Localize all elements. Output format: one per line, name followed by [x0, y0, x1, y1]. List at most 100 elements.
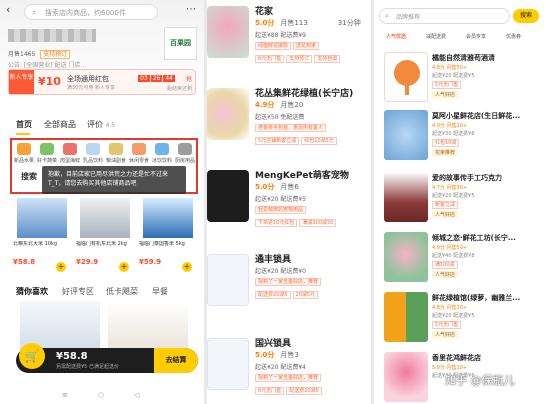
back-nav-icon[interactable]: ◁	[134, 391, 139, 399]
store-name-blurred	[8, 29, 96, 42]
brand-item[interactable]: 橘能自然清雅苟酒清 4.8分 月售50+ 起送¥20 配送费¥5 5元无门槛 人…	[384, 52, 549, 109]
shop-item[interactable]: 国兴锁具 5.0分 月售3 起送¥20 配送费¥4 找到了一家五金好店，推荐 6元…	[207, 334, 371, 404]
shop-fee: 起送¥50 免配送费	[255, 114, 305, 121]
promo-tag: 下单返10元红包	[255, 219, 298, 227]
shop-rating: 5.0分 月售113 31分钟	[255, 18, 361, 28]
cart-bar[interactable]: 🛒 ¥58.8 另需配送费¥5 已满足起送价 去结算	[16, 343, 198, 373]
promo-tag: 5元店铺新客立减	[255, 137, 300, 145]
shop-tag: 绿植鲜花爆款	[255, 42, 292, 50]
brand-tag: 红包10减	[432, 139, 460, 147]
store-header: ‹ ⌕ 搜索店内商品，约6000件 ⋯ 月售1465 支持预订 公告: [全国营…	[0, 0, 204, 95]
brand-badge: 花束推荐	[432, 149, 459, 156]
tab-breakfast[interactable]: 早餐	[152, 286, 168, 297]
brand-tag: 5元无门槛	[432, 321, 462, 329]
shop-fee: 起送¥20 配送费¥4	[255, 364, 306, 371]
timer-seconds: 44	[163, 75, 175, 82]
home-nav-icon[interactable]: ○	[98, 391, 104, 399]
brand-name: 香里花鸿鲜花店	[432, 354, 481, 362]
monthly-sales: 月售6	[280, 183, 299, 191]
filter-popular[interactable]: 人气优选	[386, 33, 406, 40]
brand-item[interactable]: 莫阿小星鲜花店(生日鲜花... 4.9分 月售10+ 起送¥30 配送费¥6 红…	[384, 110, 549, 167]
tree-logo-icon	[394, 60, 420, 95]
product-card[interactable]: 福临门泰国香米 5kg ¥59.9 +	[139, 198, 196, 276]
shop-item[interactable]: 花丛集鲜花绿植(长宁店) 4.9分 月售20 起送¥50 免配送费 老板亲手包装，…	[207, 84, 371, 164]
new-user-coupon[interactable]: 新人专享 ¥10 全场通用红包 满30元可用 新人专享 03 26 44 抢 距结束…	[8, 69, 196, 95]
shop-image	[207, 88, 249, 140]
rating-score: 5.0分	[255, 19, 275, 27]
shop-tag: 找到了一家五金好店，推荐	[255, 374, 322, 382]
tab-home[interactable]: 首页	[16, 119, 32, 130]
coupon-amount: ¥10	[38, 75, 61, 88]
rice-bag-image	[16, 198, 67, 238]
more-icon[interactable]: ⋯	[186, 4, 196, 15]
promo-tag: 红包10减5元	[301, 137, 337, 145]
shop-tag: 轻爱萌宠的宠物用品	[255, 206, 307, 214]
brand-item[interactable]: 鲜花绿植馆(绿萝，幽雅兰... 4.8分 月售20+ 起送¥20 配送费¥5 5…	[384, 292, 549, 349]
brand-fee: 起送¥20 配送费¥5	[432, 73, 475, 79]
shop-item[interactable]: 通丰锁具 起送¥20 配送费¥0 找到了一家五金好店，推荐 配送费20减5 20减…	[207, 250, 371, 330]
brand-tags: 新客立减	[432, 201, 460, 209]
brand-name: 鲜花绿植馆(绿萝，幽雅兰...	[432, 294, 521, 302]
shop-promos: 6元无门槛 支持预订 支持自取	[255, 55, 342, 63]
brand-badge: 人气好店	[432, 271, 459, 278]
product-row: 北粮东北大米 10kg ¥58.8 + 福临门有机东北米 2kg ¥29.9 +…	[13, 198, 198, 276]
brand-badge: 人气好店	[432, 331, 459, 338]
brand-search-input[interactable]: ⌕ 品牌推荐	[379, 8, 510, 24]
brand-tag: 满100减	[432, 261, 458, 269]
promo-tag: 6元无门槛	[255, 55, 285, 63]
shop-tags: 绿植鲜花爆款 送花到家	[255, 42, 321, 50]
shop-item[interactable]: MengKePet萌客宠物 5.0分 月售6 起送¥20 配送费¥5 轻爱萌宠的宠…	[207, 166, 371, 246]
add-to-cart-icon[interactable]: +	[56, 262, 66, 272]
monthly-sales: 月售20	[280, 101, 304, 109]
tab-guess-you-like[interactable]: 猜你喜欢	[16, 286, 48, 297]
search-icon: ⌕	[385, 12, 389, 20]
filter-coupon[interactable]: 优惠券	[506, 33, 521, 40]
brand-rating: 4.8分 月售50+	[432, 65, 468, 71]
add-to-cart-icon[interactable]: +	[119, 262, 129, 272]
brand-item[interactable]: 爱的故事传手工巧克力 4.7分 月售30+ 起送¥20 配送费¥5 新客立减 人…	[384, 172, 549, 229]
brand-search-placeholder: 品牌推荐	[396, 14, 421, 21]
brand-rating: 4.9分 月售50+	[432, 245, 468, 251]
product-card[interactable]: 北粮东北大米 10kg ¥58.8 +	[13, 198, 70, 276]
product-card[interactable]: 福临门有机东北米 2kg ¥29.9 +	[76, 198, 133, 276]
shop-promos: 6元无门槛 配送费20减5	[255, 387, 324, 395]
brand-rating: 5.0分 月售10+	[432, 365, 468, 371]
filter-delivery-discount[interactable]: 减配送费	[426, 33, 446, 40]
menu-nav-icon[interactable]: ≡	[62, 391, 68, 399]
tab-low-cal[interactable]: 低卡飓菜	[106, 286, 138, 297]
tab-reviews[interactable]: 评价 4.5	[87, 119, 115, 130]
filter-tabs: 人气优选 减配送费 会员专享 优惠券	[386, 33, 551, 45]
store-meta: 月售1465 支持预订	[8, 49, 71, 59]
zhihu-watermark: 知乎 @保瓶儿	[445, 374, 515, 387]
brand-name: 倾城之恋·鲜花工坊(长宁...	[432, 234, 516, 242]
add-to-cart-icon[interactable]: +	[182, 262, 192, 272]
brand-fee: 起送¥40 配送费¥8	[432, 253, 475, 259]
shop-rating: 5.0分 月售6	[255, 182, 299, 192]
coupon-get-button[interactable]: 抢	[186, 74, 192, 83]
shop-promos: 5元店铺新客立减 红包10减5元	[255, 137, 339, 145]
search-icon: ⌕	[32, 8, 37, 17]
promo-tag: 支持自取	[314, 55, 341, 63]
shop-item[interactable]: 花家 5.0分 月售113 31分钟 起送¥88 配送费¥9 绿植鲜花爆款 送花到家 …	[207, 2, 371, 82]
brand-logo	[384, 52, 428, 102]
store-search-placeholder: 搜索店内商品，约6000件	[45, 9, 126, 17]
tab-good-reviews[interactable]: 好评专区	[62, 286, 94, 297]
coupon-desc: 满30元可用 新人专享	[67, 85, 115, 91]
search-button[interactable]: 搜索	[513, 9, 539, 23]
brand-image	[384, 292, 428, 342]
brand-image	[384, 110, 428, 160]
brand-tags: 5元无门槛	[432, 81, 463, 89]
promo-tag: 20减5元	[292, 291, 319, 299]
brand-item[interactable]: 倾城之恋·鲜花工坊(长宁... 4.9分 月售50+ 起送¥40 配送费¥8 满…	[384, 232, 549, 289]
back-arrow-icon[interactable]: ‹	[6, 3, 10, 16]
rice-bag-image	[79, 198, 130, 238]
shop-rating: 4.9分 月售20	[255, 100, 303, 110]
store-sales: 月售1465	[8, 51, 36, 58]
coupon-countdown-label: 距结束还剩	[166, 86, 192, 92]
cart-icon[interactable]: 🛒	[19, 343, 45, 369]
tab-all-products[interactable]: 全部商品	[44, 119, 76, 130]
checkout-button[interactable]: 去结算	[154, 348, 198, 373]
store-search-input[interactable]: ⌕ 搜索店内商品，约6000件	[24, 4, 158, 20]
filter-member[interactable]: 会员专享	[466, 33, 486, 40]
brand-tag: 5元无门槛	[432, 81, 462, 89]
